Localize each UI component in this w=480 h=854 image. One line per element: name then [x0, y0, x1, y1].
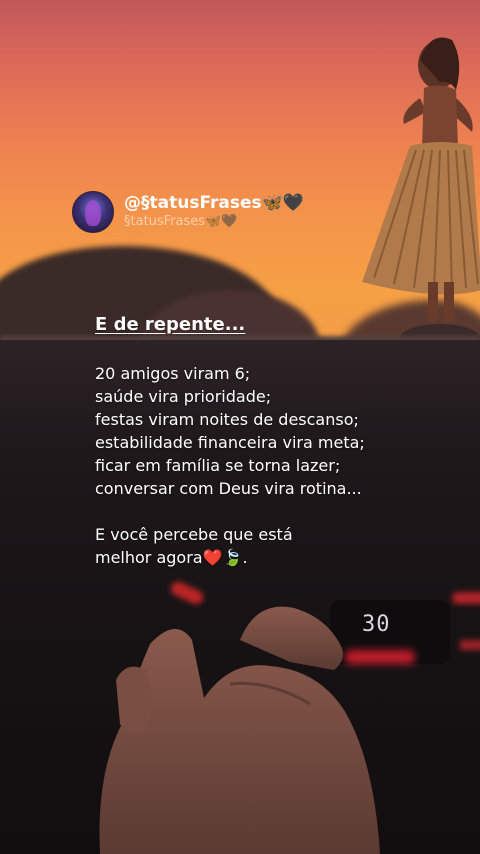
quote-text: E de repente... 20 amigos viram 6; saúde…: [95, 312, 465, 569]
avatar-figure: [85, 200, 101, 226]
dashboard-light: [452, 592, 480, 604]
status-screen: 30 @§tatusFrases🦋🖤 §tatusFrases🦋🖤 E de r…: [0, 0, 480, 854]
avatar-icon[interactable]: [72, 191, 114, 233]
quote-line: estabilidade financeira vira meta;: [95, 433, 365, 452]
dashboard-light: [460, 640, 480, 650]
author-names: @§tatusFrases🦋🖤 §tatusFrases🦋🖤: [124, 193, 304, 231]
quote-title: E de repente...: [95, 314, 246, 335]
quote-line: saúde vira prioridade;: [95, 387, 272, 406]
post-header: @§tatusFrases🦋🖤 §tatusFrases🦋🖤: [72, 191, 304, 233]
author-handle: §tatusFrases🦋🖤: [124, 214, 238, 229]
quote-line: 20 amigos viram 6;: [95, 364, 251, 383]
quote-line: conversar com Deus vira rotina...: [95, 479, 362, 498]
hula-doll-figure: [362, 37, 480, 352]
quote-spacer: [95, 500, 465, 523]
hand-figure: [99, 606, 380, 854]
quote-closing-line: E você percebe que está: [95, 525, 293, 544]
quote-line: ficar em família se torna lazer;: [95, 456, 341, 475]
quote-closing-line: melhor agora❤️🍃.: [95, 548, 248, 567]
quote-line: festas viram noites de descanso;: [95, 410, 359, 429]
author-display-name[interactable]: @§tatusFrases🦋🖤: [124, 193, 304, 213]
